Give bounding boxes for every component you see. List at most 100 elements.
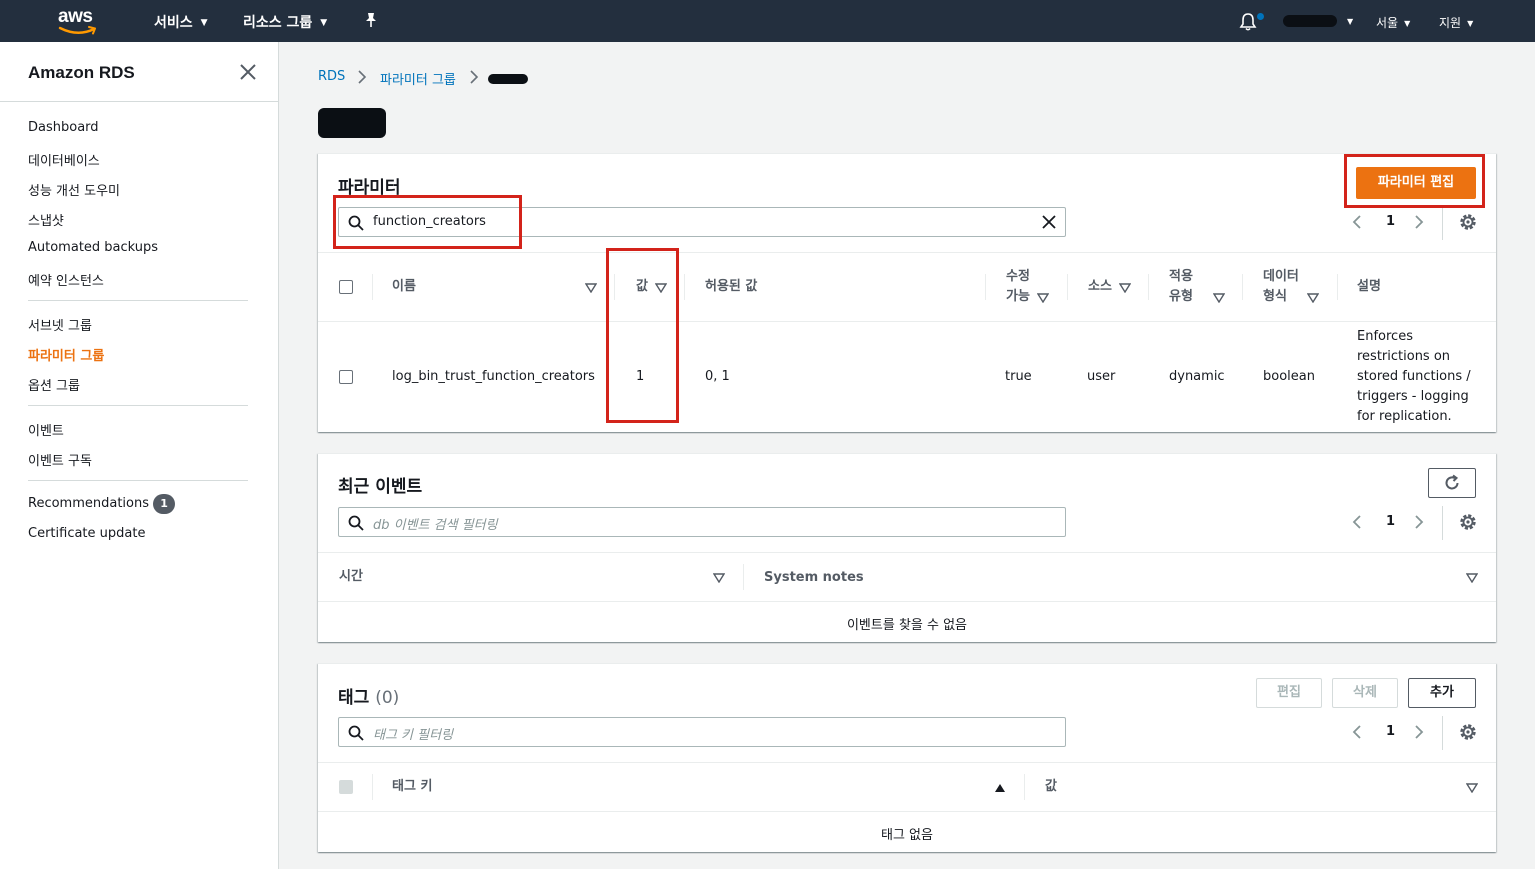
sort-up-icon[interactable] [994, 783, 1006, 793]
tags-pagination: 1 [1352, 716, 1482, 750]
search-icon [348, 725, 364, 741]
current-page-number[interactable]: 1 [1386, 214, 1395, 229]
sidebar-item-recommendations[interactable]: Recommendations 1 [28, 494, 176, 514]
recommendations-count-badge: 1 [153, 494, 176, 514]
edit-button-highlight-box [1344, 154, 1485, 208]
next-page-icon[interactable] [1414, 514, 1424, 530]
column-header-name[interactable]: 이름 [392, 277, 416, 297]
column-divider [743, 564, 744, 590]
sidebar-item-event-subscriptions[interactable]: 이벤트 구독 [28, 450, 92, 469]
sidebar-item-certificate-update[interactable]: Certificate update [28, 526, 145, 541]
sidebar-item-option-groups[interactable]: 옵션 그룹 [28, 375, 80, 394]
cell-modifiable: true [1005, 369, 1032, 384]
sidebar-item-reserved-instances[interactable]: 예약 인스턴스 [28, 270, 104, 289]
close-icon[interactable] [238, 62, 258, 82]
column-header-modifiable-line1[interactable]: 수정 [1006, 267, 1030, 287]
header-row-divider [318, 811, 1496, 812]
sort-down-icon[interactable] [585, 283, 597, 293]
column-header-time[interactable]: 시간 [339, 567, 363, 587]
column-header-source[interactable]: 소스 [1088, 277, 1112, 297]
sort-down-icon[interactable] [1466, 573, 1478, 583]
column-divider [1024, 774, 1025, 800]
delete-tags-button[interactable]: 삭제 [1332, 678, 1398, 708]
column-header-tag-value: 값 [1045, 779, 1057, 794]
sidebar-divider [28, 300, 248, 301]
events-search-input[interactable]: db 이벤트 검색 필터링 [338, 507, 1066, 537]
refresh-button[interactable] [1428, 468, 1476, 498]
sort-down-icon[interactable] [1466, 783, 1478, 793]
edit-tags-button[interactable]: 편집 [1256, 678, 1322, 708]
cell-description-line: Enforces [1357, 329, 1413, 344]
column-divider [1337, 274, 1338, 300]
select-all-checkbox[interactable] [339, 280, 353, 294]
column-divider [372, 274, 373, 300]
breadcrumb-current-redacted [488, 74, 528, 84]
account-menu-caret[interactable]: ▼ [1341, 14, 1353, 28]
column-divider [684, 274, 685, 300]
sidebar-item-automated-backups[interactable]: Automated backups [28, 240, 158, 255]
tags-title-label: 태그 [338, 688, 370, 708]
aws-logo[interactable]: aws [56, 6, 102, 36]
settings-gear-icon[interactable] [1458, 212, 1478, 232]
settings-gear-icon[interactable] [1458, 512, 1478, 532]
sidebar-divider [28, 405, 248, 406]
sidebar-item-dashboard[interactable]: Dashboard [28, 120, 99, 135]
tags-search-input[interactable]: 태그 키 필터링 [338, 717, 1066, 747]
sort-down-icon[interactable] [1307, 293, 1319, 303]
add-tag-button[interactable]: 추가 [1408, 678, 1476, 708]
column-header-modifiable-line2[interactable]: 가능 [1006, 287, 1030, 307]
column-divider [1242, 274, 1243, 300]
header-row-divider [318, 601, 1496, 602]
column-header-tag-key[interactable]: 태그 키 [392, 777, 432, 797]
region-menu[interactable]: 서울 ▼ [1376, 14, 1410, 31]
support-label: 지원 [1439, 16, 1462, 30]
cell-description-line: for replication. [1357, 409, 1452, 424]
support-menu[interactable]: 지원 ▼ [1439, 14, 1473, 31]
column-header-apply-type-line2[interactable]: 유형 [1169, 287, 1193, 307]
sidebar-item-databases[interactable]: 데이터베이스 [28, 150, 100, 169]
chevron-down-icon: ▼ [200, 18, 208, 28]
next-page-icon[interactable] [1414, 214, 1424, 230]
sidebar-item-parameter-groups[interactable]: 파라미터 그룹 [28, 345, 104, 364]
sort-down-icon[interactable] [713, 573, 725, 583]
current-page-number[interactable]: 1 [1386, 514, 1395, 529]
sort-down-icon[interactable] [1213, 293, 1225, 303]
parameters-pagination: 1 [1352, 206, 1482, 240]
redacted-account-name[interactable] [1283, 15, 1337, 27]
row-select-checkbox[interactable] [339, 370, 353, 384]
pin-icon[interactable] [364, 12, 378, 28]
previous-page-icon[interactable] [1352, 514, 1362, 530]
services-menu[interactable]: 서비스 ▼ [154, 12, 208, 32]
clear-search-icon[interactable] [1042, 215, 1056, 229]
tags-count: (0) [375, 688, 400, 708]
breadcrumb-rds[interactable]: RDS [318, 69, 345, 84]
current-page-number[interactable]: 1 [1386, 724, 1395, 739]
cell-description-line: restrictions on [1357, 349, 1451, 364]
notifications-bell-icon[interactable] [1238, 12, 1258, 32]
pagination-divider [1442, 716, 1443, 750]
column-divider [372, 774, 373, 800]
sidebar-item-snapshots[interactable]: 스냅샷 [28, 210, 64, 229]
column-header-apply-type-line1[interactable]: 적용 [1169, 267, 1193, 287]
column-header-data-type-line2[interactable]: 형식 [1263, 287, 1287, 307]
breadcrumb-parameter-groups[interactable]: 파라미터 그룹 [380, 69, 456, 88]
column-header-system-notes: System notes [764, 570, 864, 585]
settings-gear-icon[interactable] [1458, 722, 1478, 742]
recent-events-panel: 최근 이벤트 db 이벤트 검색 필터링 1 시간 System notes 이… [318, 453, 1496, 642]
sidebar-item-events[interactable]: 이벤트 [28, 420, 64, 439]
sidebar-divider [0, 101, 278, 102]
cell-description-line: stored functions / [1357, 369, 1471, 384]
previous-page-icon[interactable] [1352, 724, 1362, 740]
next-page-icon[interactable] [1414, 724, 1424, 740]
sidebar-item-performance-insights[interactable]: 성능 개선 도우미 [28, 180, 120, 199]
chevron-down-icon: ▼ [1467, 19, 1474, 28]
sort-down-icon[interactable] [1119, 283, 1131, 293]
sort-down-icon[interactable] [1037, 293, 1049, 303]
tags-empty-message: 태그 없음 [881, 828, 933, 843]
sidebar-title: Amazon RDS [28, 63, 135, 82]
select-all-checkbox [339, 780, 353, 794]
previous-page-icon[interactable] [1352, 214, 1362, 230]
sidebar-item-subnet-groups[interactable]: 서브넷 그룹 [28, 315, 92, 334]
column-header-data-type-line1[interactable]: 데이터 [1263, 267, 1299, 287]
resource-groups-menu[interactable]: 리소스 그룹 ▼ [243, 12, 327, 32]
